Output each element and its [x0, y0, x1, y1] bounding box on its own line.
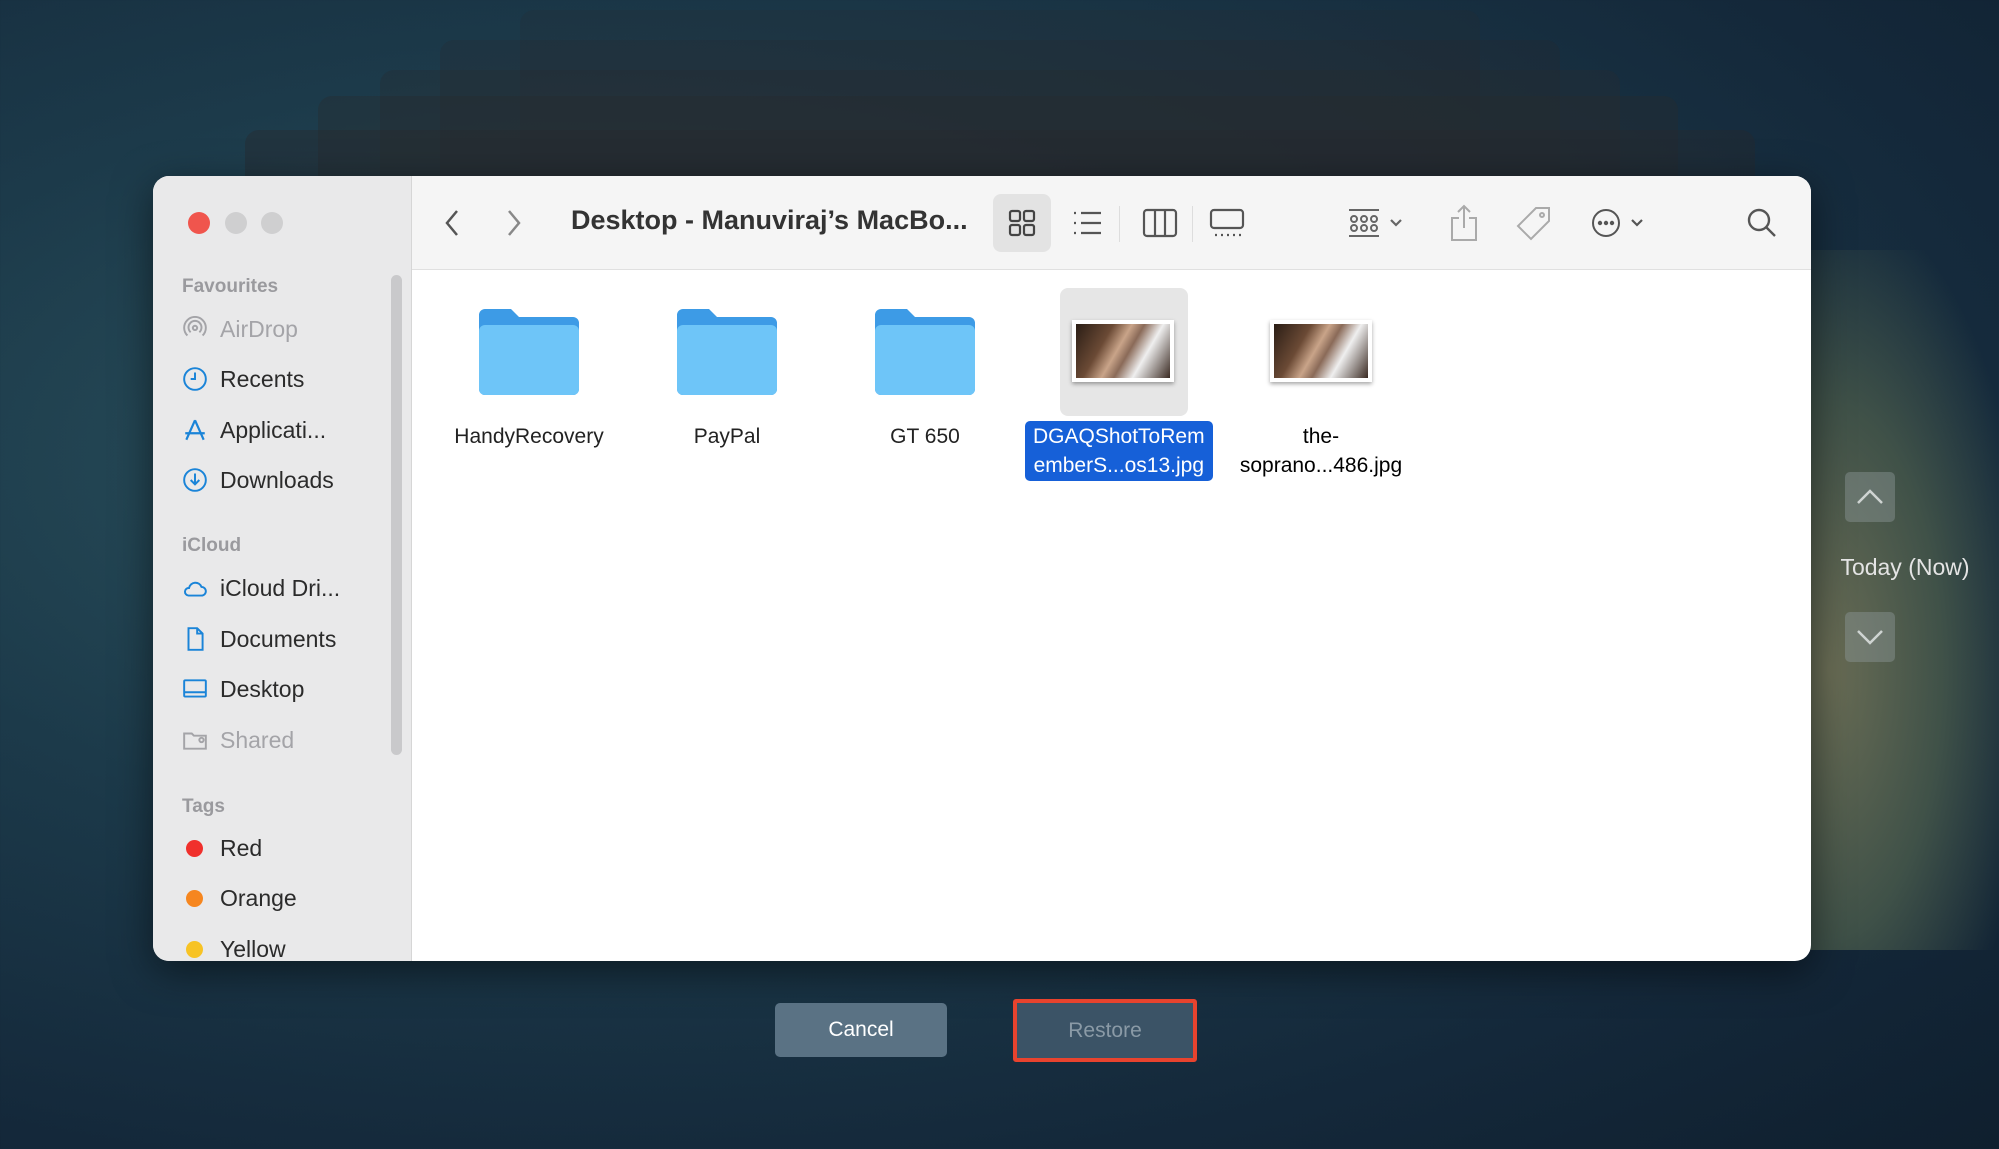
search-icon: [1747, 208, 1776, 237]
file-name-line: DGAQShotToRem: [1033, 425, 1205, 448]
chevron-down-icon: [1390, 219, 1402, 227]
file-name: PayPal: [693, 425, 761, 448]
file-name-line: emberS...os13.jpg: [1033, 454, 1204, 477]
divider: [1119, 206, 1120, 242]
columns-icon: [1142, 208, 1178, 238]
column-view-button[interactable]: [1139, 202, 1181, 244]
folder-icon: [875, 309, 975, 395]
red-tag-icon: [186, 839, 203, 857]
sidebar-item-shared[interactable]: Shared: [182, 724, 294, 756]
more-actions-button[interactable]: [1582, 202, 1652, 244]
airdrop-icon: [183, 316, 207, 337]
finder-window: Favourites AirDrop Recents Applicati... …: [153, 176, 1811, 961]
close-button[interactable]: [188, 212, 210, 234]
yellow-tag-icon: [186, 940, 203, 958]
sidebar-tag-orange[interactable]: Orange: [182, 882, 297, 914]
timeline-down-button[interactable]: [1845, 612, 1895, 662]
sidebar-item-label: Desktop: [220, 675, 305, 702]
grid-icon: [1008, 209, 1036, 237]
forward-button[interactable]: [494, 202, 534, 244]
file-name-line: the-: [1302, 425, 1340, 448]
applications-icon: [185, 419, 205, 441]
share-icon: [1451, 204, 1477, 241]
sidebar-item-airdrop[interactable]: AirDrop: [182, 313, 298, 345]
chevron-down-icon: [1631, 219, 1643, 227]
sidebar-item-label: Red: [220, 834, 263, 861]
group-by-button[interactable]: [1340, 202, 1410, 244]
sidebar-tag-yellow[interactable]: Yellow: [182, 933, 286, 961]
folder-icon: [677, 309, 777, 395]
ellipsis-circle-icon: [1592, 209, 1620, 237]
sidebar-item-label: Downloads: [220, 466, 334, 493]
search-button[interactable]: [1742, 202, 1782, 244]
back-button[interactable]: [432, 202, 472, 244]
favourites-header: Favourites: [182, 276, 279, 297]
sidebar-item-label: AirDrop: [220, 315, 298, 342]
orange-tag-icon: [186, 889, 203, 907]
shared-folder-icon: [183, 732, 207, 750]
gallery-icon: [1209, 208, 1245, 237]
zoom-button[interactable]: [261, 212, 283, 234]
file-name: the-soprano...486.jpg: [1221, 422, 1421, 480]
tags-header: Tags: [182, 796, 225, 817]
list-icon: [1074, 211, 1101, 235]
sidebar-item-label: Yellow: [220, 935, 286, 962]
image-thumbnail: [1270, 320, 1372, 382]
folder-icon: [479, 309, 579, 395]
window-title: Desktop - Manuviraj’s MacBo...: [571, 205, 968, 235]
divider: [1192, 206, 1193, 242]
sidebar: Favourites AirDrop Recents Applicati... …: [153, 176, 412, 961]
chevron-left-icon: [445, 210, 458, 236]
image-thumbnail: [1072, 320, 1174, 382]
sidebar-tag-red[interactable]: Red: [182, 832, 262, 864]
chevron-up-icon: [1857, 489, 1883, 504]
document-icon: [187, 627, 204, 651]
list-view-button[interactable]: [1067, 202, 1107, 244]
tag-button[interactable]: [1514, 202, 1554, 244]
sidebar-item-label: Shared: [220, 726, 295, 753]
chevron-right-icon: [508, 210, 521, 236]
file-name: GT 650: [890, 425, 960, 448]
cancel-button[interactable]: Cancel: [775, 1003, 947, 1057]
sidebar-item-label: Recents: [220, 365, 305, 392]
file-name-line: soprano...486.jpg: [1239, 454, 1403, 477]
clock-icon: [183, 367, 207, 391]
sidebar-item-documents[interactable]: Documents: [182, 623, 336, 655]
sidebar-item-label: Applicati...: [220, 416, 327, 443]
icloud-header: iCloud: [182, 535, 242, 556]
file-name-selected: DGAQShotToRem emberS...os13.jpg: [1025, 421, 1213, 481]
download-icon: [183, 468, 207, 492]
cloud-icon: [184, 581, 207, 597]
toolbar: Desktop - Manuviraj’s MacBo...: [412, 176, 1811, 270]
sidebar-item-label: Documents: [220, 625, 337, 652]
sidebar-item-downloads[interactable]: Downloads: [182, 464, 334, 496]
minimize-button[interactable]: [225, 212, 247, 234]
gallery-view-button[interactable]: [1206, 202, 1248, 244]
sidebar-scrollbar[interactable]: [391, 275, 402, 755]
desktop-icon: [183, 679, 207, 698]
timeline-up-button[interactable]: [1845, 472, 1895, 522]
restore-button[interactable]: Restore: [1013, 999, 1197, 1062]
sidebar-item-applications[interactable]: Applicati...: [182, 414, 326, 446]
tag-icon: [1516, 207, 1550, 241]
group-icon: [1349, 209, 1379, 237]
icon-view-button[interactable]: [993, 194, 1051, 252]
file-name: HandyRecovery: [454, 425, 604, 448]
share-button[interactable]: [1444, 202, 1484, 244]
sidebar-item-label: Orange: [220, 884, 297, 911]
timeline-label: Today (Now): [1840, 554, 1970, 580]
sidebar-item-desktop[interactable]: Desktop: [182, 673, 304, 705]
sidebar-item-label: iCloud Dri...: [220, 574, 341, 601]
chevron-down-icon: [1857, 630, 1883, 645]
sidebar-item-recents[interactable]: Recents: [182, 363, 304, 395]
sidebar-item-icloud-drive[interactable]: iCloud Dri...: [182, 572, 340, 604]
